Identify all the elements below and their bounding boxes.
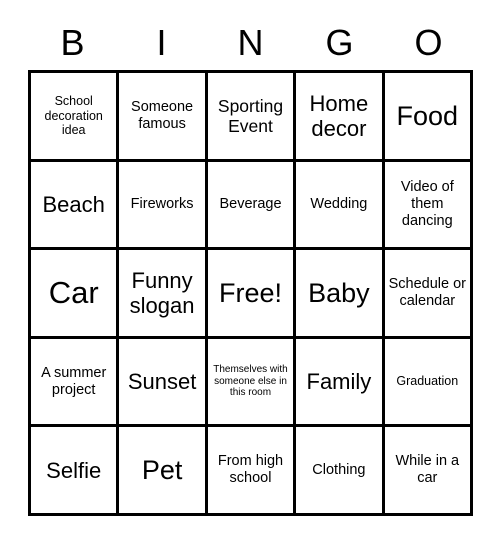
bingo-cell-r4c2[interactable]: Sunset [119,338,208,428]
bingo-cell-label: Food [396,100,459,131]
bingo-cell-label: From high school [217,453,284,487]
header-letter-i: I [156,22,167,63]
bingo-cell-label: Sporting Event [217,95,284,136]
bingo-cell-label: Beverage [219,195,282,212]
bingo-cell-r4c3[interactable]: Themselves with someone else in this roo… [207,338,297,428]
header-letter-b: B [60,22,85,63]
bingo-cell-r5c4[interactable]: Clothing [296,427,385,516]
bingo-cell-label: Sunset [127,368,197,394]
bingo-cell-label: Pet [141,455,183,486]
bingo-cell-label: Selfie [46,457,102,483]
bingo-cell-label: Funny slogan [129,267,195,318]
bingo-cell-r2c1[interactable]: Beach [31,161,120,251]
bingo-cell-label: Family [306,368,372,394]
bingo-cell-r5c5[interactable]: While in a car [384,427,473,516]
bingo-cell-label: Home decor [309,90,369,141]
bingo-cell-label: Car [48,274,99,310]
bingo-cell-r3c3[interactable]: Free! [207,250,297,339]
bingo-cell-label: Someone famous [131,98,194,132]
bingo-cell-r3c1[interactable]: Car [31,250,120,339]
bingo-cell-r4c5[interactable]: Graduation [384,338,473,428]
bingo-cell-r1c1[interactable]: School decoration idea [31,73,120,162]
bingo-cell-r5c3[interactable]: From high school [207,427,297,516]
bingo-cell-r2c2[interactable]: Fireworks [119,161,208,251]
bingo-card: B I N G O School decoration idea Someone … [0,0,501,544]
bingo-cell-r2c3[interactable]: Beverage [207,161,297,251]
bingo-cell-r1c3[interactable]: Sporting Event [207,73,297,162]
bingo-cell-r3c4[interactable]: Baby [296,250,385,339]
bingo-cell-r5c2[interactable]: Pet [119,427,208,516]
bingo-cell-label: Schedule or calendar [388,276,466,309]
bingo-cell-r5c1[interactable]: Selfie [31,427,120,516]
bingo-cell-r1c5[interactable]: Food [384,73,473,162]
bingo-grid: School decoration idea Someone famous Spor… [28,70,473,516]
bingo-cell-label: Clothing [312,461,366,478]
bingo-cell-r4c1[interactable]: A summer project [31,338,120,428]
bingo-cell-label: Wedding [310,195,368,212]
bingo-cell-label: Fireworks [130,195,194,212]
header-letter-g: G [325,22,354,63]
bingo-cell-r3c2[interactable]: Funny slogan [119,250,208,339]
bingo-cell-label: Video of them dancing [400,179,454,229]
bingo-cell-r1c4[interactable]: Home decor [296,73,385,162]
header-letter-o: O [414,22,443,63]
bingo-cell-r4c4[interactable]: Family [296,338,385,428]
bingo-header-row: B I N G O [28,16,473,70]
bingo-cell-r2c4[interactable]: Wedding [296,161,385,251]
bingo-cell-r1c2[interactable]: Someone famous [119,73,208,162]
bingo-cell-label: Themselves with someone else in this roo… [213,364,288,399]
bingo-cell-r3c5[interactable]: Schedule or calendar [384,250,473,339]
bingo-cell-label: A summer project [41,364,107,398]
bingo-cell-r2c5[interactable]: Video of them dancing [384,161,473,251]
bingo-cell-label: Graduation [396,374,459,389]
bingo-cell-label: Baby [308,277,370,308]
bingo-cell-label: While in a car [395,453,460,487]
bingo-cell-label: Beach [42,191,105,217]
bingo-cell-label: Free! [218,277,282,308]
header-letter-n: N [237,22,264,63]
bingo-cell-label: School decoration idea [44,94,103,137]
